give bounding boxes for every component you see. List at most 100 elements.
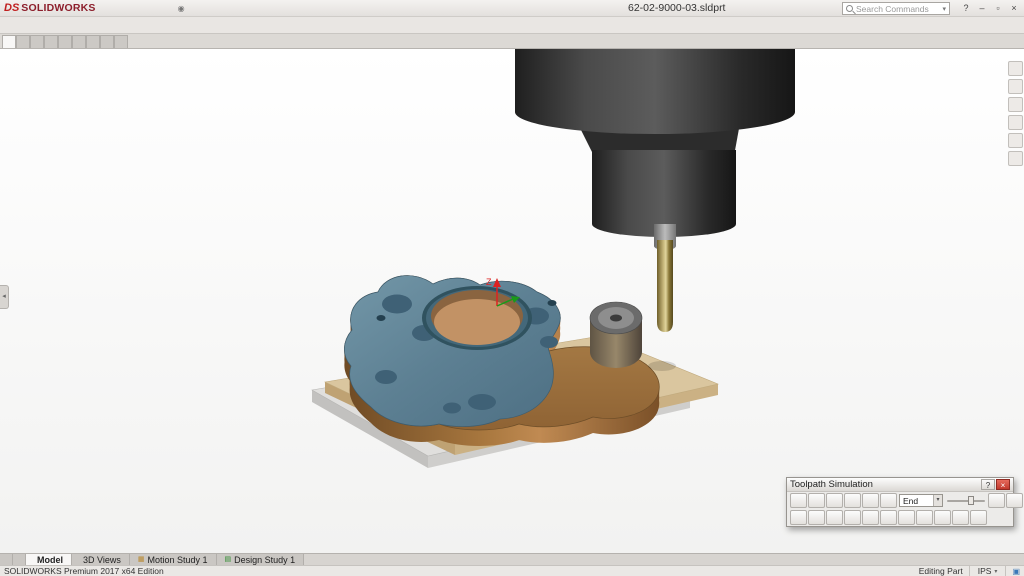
sim-button[interactable] bbox=[880, 493, 897, 508]
close-button[interactable]: × bbox=[1006, 1, 1022, 15]
sim-button[interactable] bbox=[826, 510, 843, 525]
toolbar-icon[interactable] bbox=[163, 18, 178, 33]
toolbar-icon[interactable] bbox=[259, 18, 274, 33]
chevron-down-icon[interactable]: ▾ bbox=[994, 568, 997, 575]
speed-slider[interactable] bbox=[947, 494, 985, 507]
commandmanager-tab[interactable] bbox=[114, 35, 128, 48]
left-panel-flyout-tab[interactable]: ◂ bbox=[0, 285, 9, 309]
tab-scroll-button[interactable] bbox=[13, 554, 26, 565]
toolbar-icon[interactable] bbox=[275, 18, 290, 33]
document-tab[interactable]: 3D Views bbox=[72, 554, 130, 565]
toolbar-icon[interactable] bbox=[3, 18, 18, 33]
toolbar-icon[interactable] bbox=[51, 18, 66, 33]
chevron-down-icon[interactable]: ▾ bbox=[933, 495, 942, 506]
toolbar-icon[interactable] bbox=[99, 18, 114, 33]
toolbar-icon[interactable] bbox=[307, 18, 322, 33]
toolbar-icon[interactable] bbox=[195, 18, 210, 33]
triad-z-label: Z bbox=[486, 277, 492, 287]
sim-button[interactable] bbox=[808, 493, 825, 508]
viewport-3d[interactable]: Z ◂ Toolpath Simulation ? × bbox=[0, 49, 1024, 553]
toolbar-icon[interactable] bbox=[211, 18, 226, 33]
dialog-help-button[interactable]: ? bbox=[981, 479, 995, 490]
commandmanager-tab[interactable] bbox=[86, 35, 100, 48]
toolbar-icon[interactable] bbox=[207, 1, 222, 15]
dialog-titlebar[interactable]: Toolpath Simulation ? × bbox=[787, 478, 1013, 492]
task-pane-icon[interactable] bbox=[1008, 151, 1023, 166]
toolbar-icon[interactable] bbox=[323, 18, 338, 33]
minimize-button[interactable]: – bbox=[974, 1, 990, 15]
toolbar-icon[interactable] bbox=[83, 18, 98, 33]
restore-button[interactable]: ▫ bbox=[990, 1, 1006, 15]
toolbar-icon[interactable] bbox=[303, 1, 318, 15]
sim-button[interactable] bbox=[952, 510, 969, 525]
chevron-down-icon[interactable]: ▾ bbox=[942, 5, 946, 13]
toolbar-icon[interactable] bbox=[339, 18, 354, 33]
sim-button[interactable] bbox=[862, 493, 879, 508]
end-condition-dropdown[interactable]: End ▾ bbox=[899, 494, 943, 507]
task-pane-icon[interactable] bbox=[1008, 115, 1023, 130]
toolbar-icon[interactable] bbox=[255, 1, 270, 15]
document-tab[interactable]: ▤ Design Study 1 bbox=[217, 554, 305, 565]
toolbar-icon[interactable] bbox=[191, 1, 206, 15]
cutting-tool bbox=[657, 240, 673, 332]
toolbar-icon[interactable] bbox=[147, 18, 162, 33]
pushpin-icon[interactable]: ◉ bbox=[178, 4, 185, 13]
search-commands-box[interactable]: Search Commands ▾ bbox=[842, 2, 950, 15]
sim-button[interactable] bbox=[826, 493, 843, 508]
dialog-close-button[interactable]: × bbox=[996, 479, 1010, 490]
toolbar-icon[interactable] bbox=[223, 1, 238, 15]
sim-button[interactable] bbox=[862, 510, 879, 525]
sim-button[interactable] bbox=[880, 510, 897, 525]
commandmanager-tab[interactable] bbox=[72, 35, 86, 48]
toolbar-icon[interactable] bbox=[115, 18, 130, 33]
toolbar-icon[interactable] bbox=[131, 18, 146, 33]
hole-cut bbox=[548, 300, 557, 306]
toolbar-icon[interactable] bbox=[179, 18, 194, 33]
sim-button[interactable] bbox=[790, 510, 807, 525]
toolpath-simulation-dialog: Toolpath Simulation ? × End ▾ bbox=[786, 477, 1014, 527]
sim-button[interactable] bbox=[898, 510, 915, 525]
slider-thumb[interactable] bbox=[968, 496, 974, 505]
tab-icon: ▦ bbox=[138, 554, 145, 565]
toolbar-icon[interactable] bbox=[227, 18, 242, 33]
sim-button[interactable] bbox=[916, 510, 933, 525]
task-pane-icon[interactable] bbox=[1008, 61, 1023, 76]
commandmanager-tab[interactable] bbox=[100, 35, 114, 48]
sim-button[interactable] bbox=[988, 493, 1005, 508]
cam-toolbar bbox=[0, 17, 1024, 34]
commandmanager-tab[interactable] bbox=[44, 35, 58, 48]
task-pane-icon[interactable] bbox=[1008, 133, 1023, 148]
sim-button[interactable] bbox=[970, 510, 987, 525]
sim-button[interactable] bbox=[790, 493, 807, 508]
toolbar-icon[interactable] bbox=[67, 18, 82, 33]
toolbar-icon[interactable] bbox=[243, 18, 258, 33]
help-button[interactable]: ? bbox=[958, 1, 974, 15]
toolbar-icon[interactable] bbox=[291, 18, 306, 33]
sim-button[interactable] bbox=[844, 493, 861, 508]
sim-button[interactable] bbox=[808, 510, 825, 525]
toolbar-icon[interactable] bbox=[351, 1, 366, 15]
commandmanager-tab[interactable] bbox=[58, 35, 72, 48]
toolbar-icon[interactable] bbox=[335, 1, 350, 15]
commandmanager-tab[interactable] bbox=[30, 35, 44, 48]
toolbar-icon[interactable] bbox=[319, 1, 334, 15]
commandmanager-tab[interactable] bbox=[2, 35, 16, 48]
task-pane-icon[interactable] bbox=[1008, 79, 1023, 94]
document-tab[interactable]: ▦ Motion Study 1 bbox=[130, 554, 217, 565]
toolbar-icon[interactable] bbox=[271, 1, 286, 15]
tab-scroll-button[interactable] bbox=[0, 554, 13, 565]
unit-system-selector[interactable]: IPS ▾ bbox=[969, 566, 1007, 576]
playback-buttons bbox=[826, 493, 897, 508]
toolbar-icon[interactable] bbox=[287, 1, 302, 15]
sim-button[interactable] bbox=[1006, 493, 1023, 508]
toolbar-icon[interactable] bbox=[19, 18, 34, 33]
sim-button[interactable] bbox=[934, 510, 951, 525]
status-corner-icon[interactable]: ▣ bbox=[1012, 567, 1020, 576]
task-pane-icon[interactable] bbox=[1008, 97, 1023, 112]
pocket-cut bbox=[540, 336, 558, 348]
sim-button[interactable] bbox=[844, 510, 861, 525]
toolbar-icon[interactable] bbox=[239, 1, 254, 15]
document-tab[interactable]: Model bbox=[26, 554, 72, 565]
commandmanager-tab[interactable] bbox=[16, 35, 30, 48]
toolbar-icon[interactable] bbox=[35, 18, 50, 33]
